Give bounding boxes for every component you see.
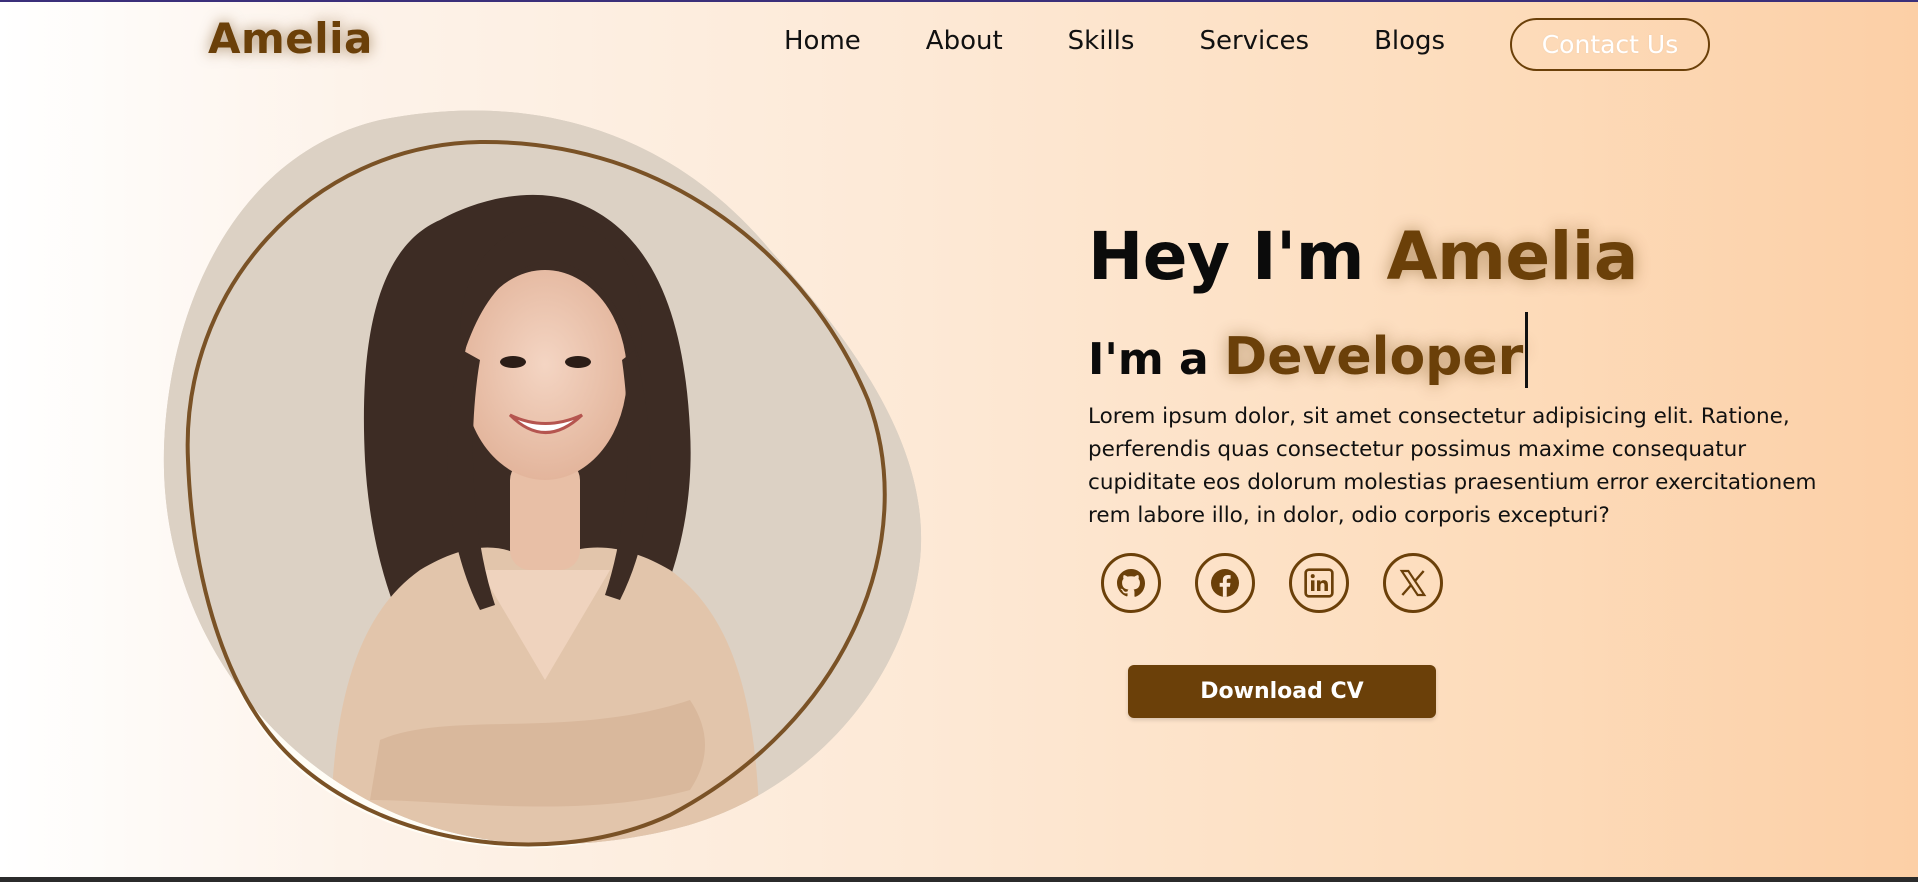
- typing-caret: [1525, 312, 1529, 388]
- nav-about[interactable]: About: [926, 26, 1003, 56]
- linkedin-link[interactable]: [1289, 553, 1349, 613]
- hero-portrait: [163, 110, 922, 849]
- facebook-link[interactable]: [1195, 553, 1255, 613]
- hero-role-line: I'm a Developer: [1088, 312, 1529, 388]
- hero-name: Amelia: [1386, 218, 1639, 295]
- role-prefix: I'm a: [1088, 334, 1225, 385]
- greeting-text: Hey I'm: [1088, 218, 1387, 295]
- main-nav: Home About Skills Services Blogs: [784, 26, 1445, 56]
- x-icon: [1399, 569, 1427, 597]
- nav-blogs[interactable]: Blogs: [1374, 26, 1445, 56]
- download-cv-button[interactable]: Download CV: [1128, 665, 1436, 718]
- nav-skills[interactable]: Skills: [1068, 26, 1135, 56]
- top-border: [0, 0, 1918, 2]
- nav-home[interactable]: Home: [784, 26, 861, 56]
- github-link[interactable]: [1101, 553, 1161, 613]
- x-link[interactable]: [1383, 553, 1443, 613]
- facebook-icon: [1211, 569, 1239, 597]
- social-links: [1101, 553, 1443, 613]
- nav-services[interactable]: Services: [1199, 26, 1309, 56]
- linkedin-icon: [1304, 568, 1334, 598]
- hero-description: Lorem ipsum dolor, sit amet consectetur …: [1088, 404, 1817, 528]
- github-icon: [1117, 569, 1145, 597]
- site-logo[interactable]: Amelia: [208, 14, 373, 63]
- hero-headline: Hey I'm Amelia: [1088, 218, 1638, 295]
- hero-role: Developer: [1224, 327, 1524, 387]
- bottom-border: [0, 877, 1918, 882]
- contact-us-button[interactable]: Contact Us: [1510, 18, 1710, 71]
